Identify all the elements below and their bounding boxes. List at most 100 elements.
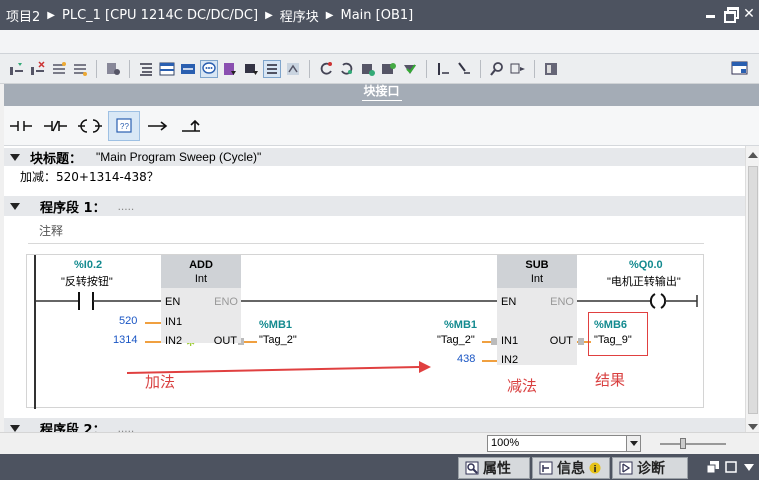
scroll-thumb[interactable]: [748, 166, 758, 414]
add-eno-pin: ENO: [214, 296, 238, 308]
zoom-select[interactable]: 100%: [487, 435, 641, 452]
insert-block-call-icon[interactable]: [104, 60, 122, 78]
scroll-up-icon[interactable]: [748, 152, 758, 158]
zoom-slider[interactable]: [660, 438, 726, 449]
properties-icon: [465, 461, 479, 475]
block-properties-icon[interactable]: [542, 60, 560, 78]
sub-in2-value[interactable]: 438: [457, 353, 475, 365]
block-interface-label: 块接口: [363, 84, 400, 98]
add-in1-value[interactable]: 520: [119, 315, 137, 327]
sub-box-header: SUB Int: [497, 255, 577, 288]
tab-info-label: 信息: [557, 461, 585, 477]
zoom-bar: 100%: [0, 432, 759, 454]
info-icon: [539, 461, 553, 475]
add-out-address[interactable]: %MB1: [259, 319, 292, 331]
chevron-down-icon[interactable]: [743, 461, 755, 473]
tab-diagnostics[interactable]: 诊断: [612, 457, 688, 479]
collapse-triangle-icon[interactable]: [10, 424, 20, 432]
close-all-networks-icon[interactable]: [179, 60, 197, 78]
ladder-network-1: ✲ %I0.2 "反转按钮" ADD Int EN ENO IN1 IN2 OU…: [26, 254, 704, 409]
sub-in1-address[interactable]: %MB1: [444, 319, 477, 331]
breadcrumb-program-blocks[interactable]: 程序块: [280, 6, 319, 25]
delete-network-icon[interactable]: [29, 60, 47, 78]
coil-tag[interactable]: "电机正转输出": [607, 273, 681, 289]
breadcrumb-plc[interactable]: PLC_1 [CPU 1214C DC/DC/DC]: [62, 8, 258, 23]
split-editor-icon[interactable]: [731, 60, 749, 79]
find-icon[interactable]: [488, 60, 506, 78]
open-all-networks-icon[interactable]: [158, 60, 176, 78]
block-title-value[interactable]: "Main Program Sweep (Cycle)": [96, 150, 261, 164]
network-1-title[interactable]: .....: [118, 199, 135, 213]
tab-info[interactable]: 信息 i: [532, 457, 610, 479]
float-window-icon[interactable]: [707, 461, 719, 473]
add-out-tag[interactable]: "Tag_2": [259, 334, 297, 346]
set-value-icon[interactable]: [434, 60, 452, 78]
breadcrumb-separator-icon: ▶: [47, 9, 55, 21]
window-controls: ✕: [705, 6, 755, 23]
add-instruction-box[interactable]: ADD Int EN ENO IN1 IN2 OUT: [161, 255, 241, 347]
block-title-header[interactable]: 块标题： "Main Program Sweep (Cycle)": [4, 148, 745, 167]
collapse-triangle-icon[interactable]: [10, 202, 20, 210]
network-1-comment[interactable]: 注释: [28, 222, 704, 244]
go-to-next-error-icon[interactable]: [338, 60, 356, 78]
minimize-icon[interactable]: [705, 7, 717, 19]
sub-in1-tag[interactable]: "Tag_2": [437, 334, 475, 346]
sub-out-tag[interactable]: "Tag_9": [594, 334, 632, 346]
contact-address[interactable]: %I0.2: [74, 259, 102, 271]
add-in2-value[interactable]: 1314: [113, 334, 137, 346]
insert-row-icon[interactable]: [50, 60, 68, 78]
reset-value-icon[interactable]: [455, 60, 473, 78]
favorites-toggle-icon[interactable]: [221, 60, 239, 78]
download-snapshot-icon[interactable]: [242, 60, 260, 78]
coil-icon[interactable]: [74, 111, 106, 141]
tab-properties-label: 属性: [483, 461, 511, 477]
diagnostics-icon: [619, 461, 633, 475]
sub-instruction-name: SUB: [525, 259, 549, 271]
sub-eno-pin: ENO: [550, 296, 574, 308]
svg-text:i: i: [594, 465, 597, 474]
title-bar: 项目2 ▶ PLC_1 [CPU 1214C DC/DC/DC] ▶ 程序块 ▶…: [0, 0, 759, 30]
add-en-pin: EN: [165, 296, 181, 308]
restore-icon[interactable]: [724, 7, 739, 23]
add-in2-pin: IN2: [165, 335, 183, 347]
sub-instruction-box[interactable]: SUB Int EN ENO IN1 IN2 OUT: [497, 255, 577, 366]
append-row-icon[interactable]: [71, 60, 89, 78]
absolute-operands-icon[interactable]: [263, 59, 281, 78]
breadcrumb-project[interactable]: 项目2: [6, 6, 40, 25]
close-icon[interactable]: ✕: [743, 6, 755, 20]
close-branch-icon[interactable]: [176, 111, 208, 141]
maximize-panel-icon[interactable]: [725, 461, 737, 473]
add-instruction-type[interactable]: Int: [161, 272, 241, 286]
svg-text:??: ??: [120, 122, 129, 131]
show-comments-icon[interactable]: [200, 59, 218, 78]
coil-address[interactable]: %Q0.0: [629, 259, 663, 271]
open-branch-icon[interactable]: [142, 111, 174, 141]
tab-properties[interactable]: 属性: [458, 457, 530, 479]
insert-network-icon[interactable]: [8, 60, 26, 78]
breadcrumb-main-ob1[interactable]: Main [OB1]: [341, 8, 414, 23]
network-list-icon[interactable]: [137, 60, 155, 78]
sub-out-address[interactable]: %MB6: [594, 319, 627, 331]
splitter-grip[interactable]: [361, 100, 402, 105]
nc-contact-icon[interactable]: [40, 111, 72, 141]
network-1-header[interactable]: 程序段 1： .....: [4, 196, 745, 216]
no-contact-icon[interactable]: [6, 111, 38, 141]
empty-box-icon[interactable]: ??: [108, 110, 140, 141]
program-editor: 块标题： "Main Program Sweep (Cycle)" 加减：520…: [4, 146, 745, 436]
monitoring-icon[interactable]: [380, 60, 398, 78]
tag-information-icon[interactable]: [284, 60, 302, 78]
chevron-down-icon[interactable]: [626, 436, 640, 451]
sub-instruction-type[interactable]: Int: [497, 272, 577, 286]
update-block-calls-icon[interactable]: [359, 60, 377, 78]
compare-icon[interactable]: [509, 60, 527, 78]
vertical-scrollbar[interactable]: [745, 146, 759, 436]
zoom-slider-handle[interactable]: [680, 438, 686, 449]
monitoring-on-off-icon[interactable]: [401, 60, 419, 78]
contact-tag[interactable]: "反转按钮": [61, 273, 113, 289]
collapse-triangle-icon[interactable]: [10, 153, 20, 161]
block-interface-bar[interactable]: 块接口: [4, 84, 759, 106]
scroll-down-icon[interactable]: [748, 424, 758, 430]
go-to-previous-error-icon[interactable]: [317, 60, 335, 78]
block-comment[interactable]: 加减：520+1314-438？: [20, 168, 159, 185]
sub-in1-pin: IN1: [501, 335, 519, 347]
